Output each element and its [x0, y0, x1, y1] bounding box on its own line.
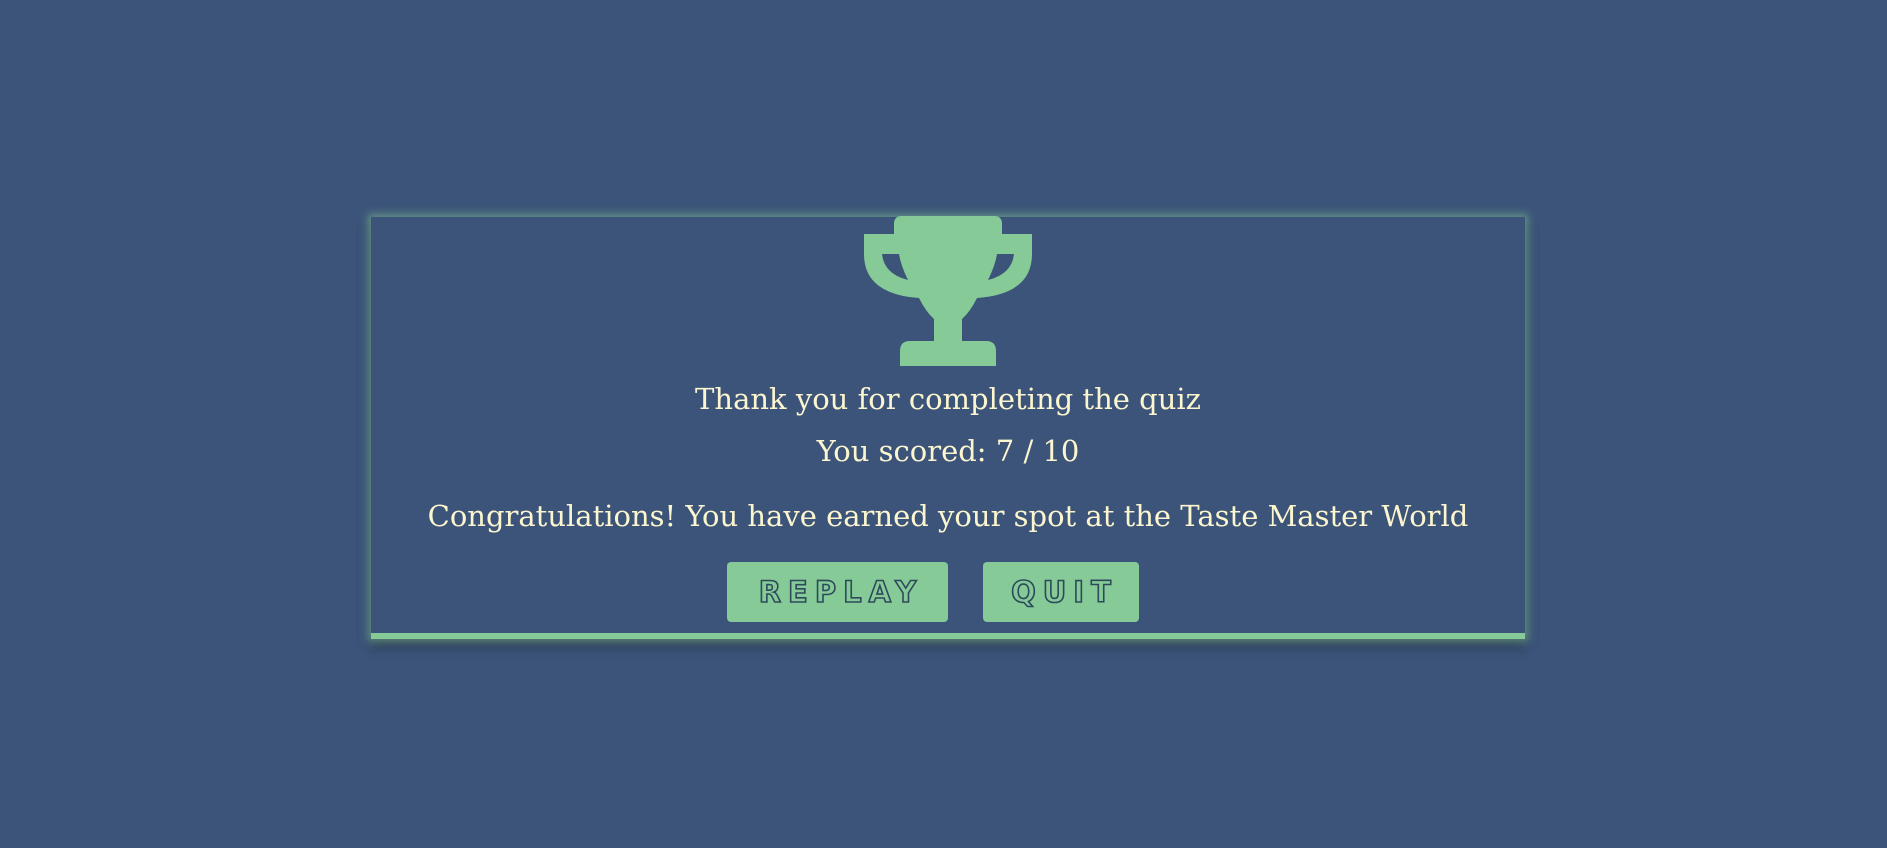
quit-button-label: QUIT	[1010, 574, 1118, 610]
replay-button[interactable]: REPLAY	[727, 562, 948, 622]
score-text: You scored: 7 / 10	[816, 434, 1080, 468]
replay-button-label: REPLAY	[758, 574, 924, 610]
quit-button[interactable]: QUIT	[983, 562, 1139, 622]
trophy-icon	[864, 216, 1032, 366]
congratulations-message: Congratulations! You have earned your sp…	[427, 499, 1469, 533]
thank-you-message: Thank you for completing the quiz	[695, 382, 1201, 416]
